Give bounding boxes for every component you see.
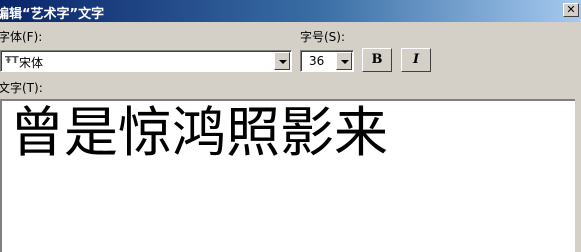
- text-label: 文字(T):: [0, 81, 43, 95]
- size-select-value: 36: [309, 54, 325, 68]
- window-title: 编辑“艺术字”文字: [0, 7, 105, 22]
- truetype-font-icon: ŦT: [5, 55, 19, 66]
- title-bar: 编辑“艺术字”文字 ✕: [0, 0, 581, 22]
- bold-button[interactable]: B: [362, 48, 392, 72]
- size-dropdown-button[interactable]: [336, 52, 352, 70]
- close-button[interactable]: ✕: [563, 3, 579, 17]
- size-label: 字号(S):: [300, 30, 346, 44]
- text-input-value: 曾是惊鸿照影来: [10, 101, 388, 164]
- size-select[interactable]: 36: [300, 50, 354, 72]
- font-label: 字体(F):: [0, 30, 43, 44]
- italic-button[interactable]: I: [401, 48, 431, 72]
- font-dropdown-button[interactable]: [274, 52, 290, 70]
- text-input[interactable]: 曾是惊鸿照影来: [0, 99, 575, 252]
- font-select-value: 宋体: [19, 56, 44, 70]
- close-icon: ✕: [566, 3, 576, 16]
- font-select[interactable]: ŦT 宋体: [0, 50, 292, 72]
